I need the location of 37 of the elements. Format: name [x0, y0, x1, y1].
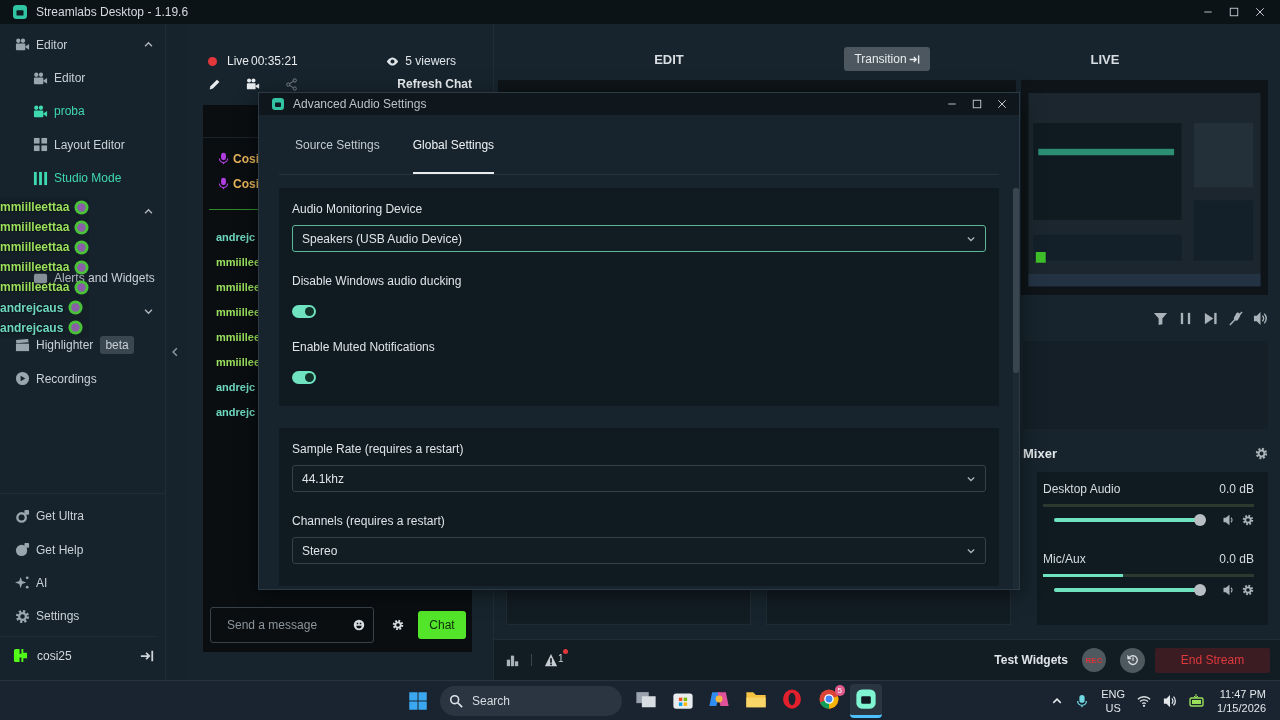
- dialog-title: Advanced Audio Settings: [293, 97, 427, 111]
- placeholder-text: Search: [472, 693, 511, 708]
- edit-label: EDIT: [654, 51, 684, 67]
- chat-username: andrejcaus: [0, 320, 64, 335]
- beta-badge: beta: [100, 336, 134, 355]
- stream-timer: 00:35:21: [251, 54, 298, 68]
- username: cosi25: [37, 648, 72, 663]
- chat-username: mmiillee: [216, 255, 261, 270]
- chat-username: andrejc: [216, 230, 256, 245]
- chat-username: mmiilleettaa: [0, 200, 70, 215]
- chat-username: Cosi: [233, 151, 259, 166]
- viewer-count: 5 viewers: [405, 54, 456, 68]
- field-label: Enable Muted Notifications: [292, 340, 435, 355]
- field-label: Audio Monitoring Device: [292, 202, 424, 217]
- chat-username: mmiillee: [216, 305, 261, 320]
- live-label: LIVE: [1090, 51, 1120, 67]
- volume-reading: 0.0 dB: [1219, 482, 1254, 496]
- field-label: Sample Rate (requires a restart): [292, 442, 465, 457]
- channel-name: Desktop Audio: [1043, 482, 1121, 496]
- window-title: Streamlabs Desktop - 1.19.6: [36, 5, 189, 19]
- live-label: Live: [227, 54, 249, 68]
- channel-name: Mic/Aux: [1043, 552, 1086, 566]
- field-label: Disable Windows audio ducking: [292, 274, 462, 289]
- chat-username: mmiillee: [216, 330, 261, 345]
- volume-reading: 0.0 dB: [1219, 552, 1254, 566]
- chat-username: andrejc: [216, 405, 256, 420]
- chat-username: andrejcaus: [0, 300, 64, 315]
- field-label: Channels (requires a restart): [292, 514, 446, 529]
- notification-badge: 5: [834, 684, 845, 696]
- chat-username: mmiillee: [216, 355, 261, 370]
- mixer-title: Mixer: [1023, 445, 1057, 461]
- chat-username: mmiilleettaa: [0, 220, 70, 235]
- chat-username: andrejc: [216, 380, 256, 395]
- chat-username: Cosi: [233, 176, 259, 191]
- placeholder-text: Send a message: [227, 618, 318, 632]
- chat-username: mmiillee: [216, 280, 261, 295]
- chat-username: mmiilleettaa: [0, 240, 70, 255]
